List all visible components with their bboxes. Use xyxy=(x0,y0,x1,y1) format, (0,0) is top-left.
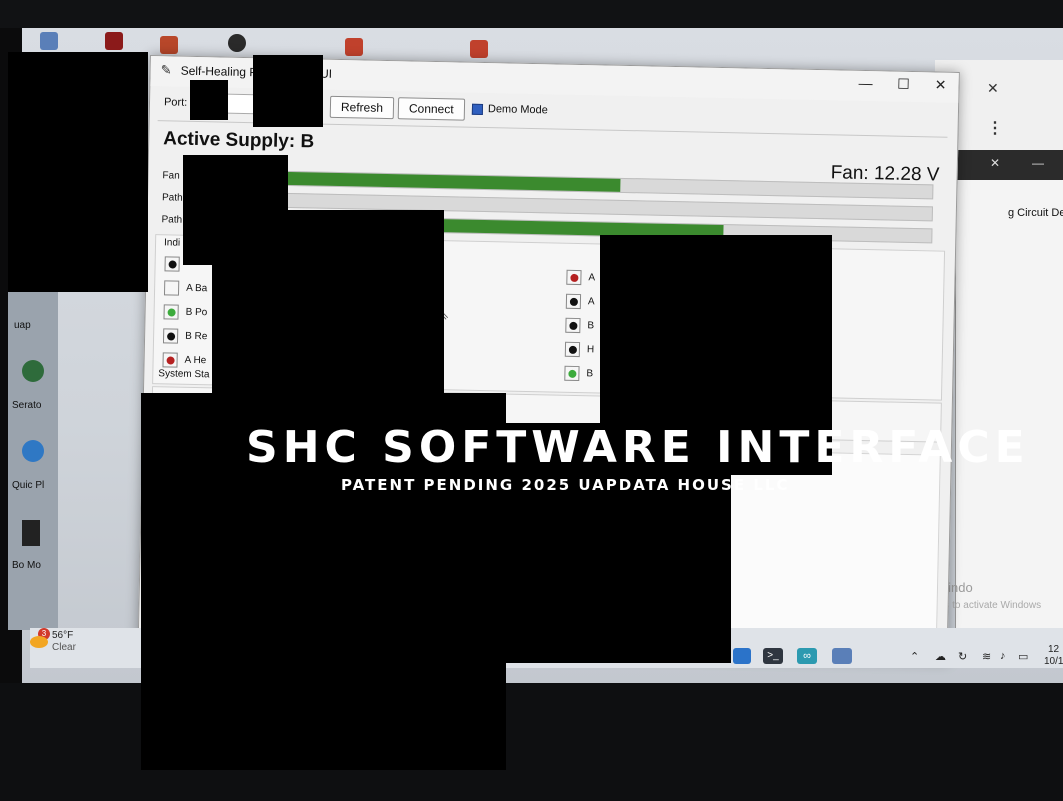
quicktime-icon[interactable] xyxy=(22,440,44,462)
feather-icon: ✎ xyxy=(160,62,172,78)
temperature[interactable]: 56°F xyxy=(52,630,73,641)
app-icon[interactable] xyxy=(105,32,123,50)
laptop-top-bezel xyxy=(0,0,1063,28)
redaction-block xyxy=(8,52,148,292)
secondary-window-title: g Circuit De xyxy=(1008,207,1063,219)
overlay-subtitle: PATENT PENDING 2025 UAPDATA HOUSE LLC xyxy=(341,476,790,494)
bar-label: Path xyxy=(161,214,183,226)
redaction-block xyxy=(253,55,323,127)
clock-date[interactable]: 10/1 xyxy=(1044,656,1063,667)
app-icon[interactable] xyxy=(40,32,58,50)
app-icon[interactable] xyxy=(832,648,852,664)
app-icon[interactable] xyxy=(228,34,246,52)
indicator-dot xyxy=(166,356,175,365)
indicator-dot xyxy=(168,260,177,269)
indicator-led xyxy=(163,304,179,320)
indicator-dot xyxy=(570,273,579,283)
indicator-led xyxy=(565,317,581,334)
indicator-label: A xyxy=(587,296,595,308)
app-icon[interactable] xyxy=(470,40,488,58)
indicator-label: A xyxy=(588,272,596,284)
terminal-icon[interactable]: >_ xyxy=(763,648,783,664)
close-icon[interactable]: ✕ xyxy=(990,156,1000,170)
app-icon[interactable] xyxy=(22,520,40,546)
indicator-dot xyxy=(168,284,177,293)
close-button[interactable]: ✕ xyxy=(925,76,955,94)
indicator-dot xyxy=(569,321,578,331)
desktop-icon-label[interactable]: Serato xyxy=(12,400,41,411)
wifi-icon[interactable]: ≋ xyxy=(982,650,991,663)
minimize-button[interactable]: — xyxy=(850,75,880,92)
app-icon[interactable] xyxy=(345,38,363,56)
indicator-dot xyxy=(568,345,577,355)
secondary-window-titlebar: ✕ — xyxy=(956,150,1063,180)
indicator-label: B Re xyxy=(185,330,208,343)
weather-icon[interactable] xyxy=(30,636,48,648)
redaction-block xyxy=(190,80,228,120)
cloud-icon[interactable]: ☁ xyxy=(935,650,946,663)
secondary-window: ✕ — g Circuit De xyxy=(955,150,1063,640)
indicator-led xyxy=(565,293,582,310)
overlay-title: SHC SOFTWARE INTERFACE xyxy=(246,422,1030,473)
serato-icon[interactable] xyxy=(22,360,44,382)
indicator-led xyxy=(564,365,580,382)
indicator-led xyxy=(564,341,581,358)
more-icon[interactable]: ⋮ xyxy=(987,118,1003,138)
indicator-label: A Ba xyxy=(186,282,208,295)
indicator-led xyxy=(163,280,180,296)
demo-mode-label: Demo Mode xyxy=(487,103,548,117)
desktop-icon-label[interactable]: Bo Mo xyxy=(12,560,41,571)
weather-condition[interactable]: Clear xyxy=(52,642,76,653)
battery-icon[interactable]: ▭ xyxy=(1018,650,1028,663)
chevron-up-icon[interactable]: ⌃ xyxy=(910,650,919,663)
bar-label: Fan xyxy=(162,170,180,182)
system-status-label: System Sta xyxy=(158,368,210,381)
refresh-button[interactable]: Refresh xyxy=(329,95,395,120)
connect-button[interactable]: Connect xyxy=(397,97,465,121)
port-label: Port: xyxy=(163,96,188,109)
arduino-icon[interactable]: ∞ xyxy=(797,648,817,664)
desktop-icons: uap Serato Quic Pl Bo Mo xyxy=(8,290,58,630)
indicator-dot xyxy=(167,332,176,341)
active-supply-heading: Active Supply: B xyxy=(163,128,315,153)
demo-mode-checkbox[interactable] xyxy=(471,103,484,115)
indicator-led xyxy=(162,352,178,368)
indicator-dot xyxy=(569,297,579,307)
indicator-label: B xyxy=(586,368,594,380)
indicator-led xyxy=(566,269,582,286)
indicator-led xyxy=(162,328,179,344)
indicator-label: B xyxy=(587,320,595,332)
desktop-icon-label[interactable]: Quic Pl xyxy=(12,480,44,491)
clock-time[interactable]: 12 xyxy=(1048,644,1059,655)
indicator-label: H xyxy=(586,344,595,356)
sync-icon[interactable]: ↻ xyxy=(958,650,967,663)
indicator-dot xyxy=(568,369,577,378)
indicator-label: B Po xyxy=(185,306,208,319)
desktop-icon-label[interactable]: uap xyxy=(14,320,31,331)
volume-icon[interactable]: ♪ xyxy=(1000,650,1006,662)
indicators-section-label: Indi xyxy=(163,237,181,249)
app-icon[interactable] xyxy=(160,36,178,54)
indicator-label: A He xyxy=(184,354,207,367)
bar-label: Path xyxy=(161,192,183,204)
minimize-icon[interactable]: — xyxy=(1032,156,1044,170)
redaction-block xyxy=(212,210,444,395)
indicator-led xyxy=(164,256,180,272)
close-icon[interactable]: ✕ xyxy=(987,80,999,97)
indicator-dot xyxy=(167,308,176,317)
app-icon[interactable] xyxy=(733,648,751,664)
maximize-button[interactable]: ☐ xyxy=(888,75,918,93)
